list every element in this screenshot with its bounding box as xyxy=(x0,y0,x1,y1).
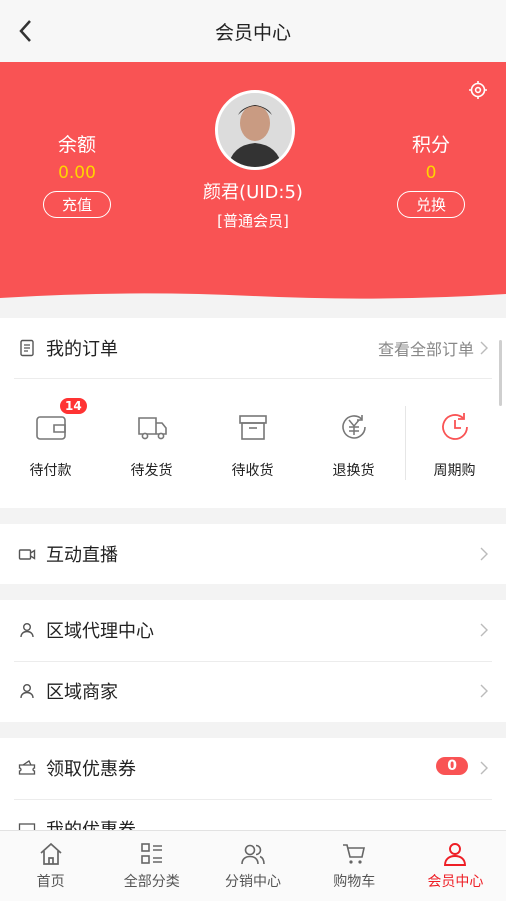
video-camera-icon xyxy=(18,549,36,560)
live-row[interactable]: 互动直播 xyxy=(0,524,506,584)
tab-cart[interactable]: 购物车 xyxy=(304,831,405,901)
region-agent-row[interactable]: 区域代理中心 xyxy=(0,600,506,660)
settings-gear-icon[interactable] xyxy=(468,80,488,100)
chevron-right-icon xyxy=(480,684,488,698)
my-coupon-row[interactable]: 我的优惠券 xyxy=(0,799,506,830)
balance-value: 0.00 xyxy=(58,163,96,183)
get-coupon-label: 领取优惠券 xyxy=(46,759,136,780)
points-value: 0 xyxy=(425,163,437,183)
users-icon xyxy=(241,844,265,865)
tab-categories[interactable]: 全部分类 xyxy=(101,831,202,901)
balance-label: 余额 xyxy=(57,134,96,156)
chevron-right-icon xyxy=(480,341,488,355)
profile-header: 余额 0.00 充值 颜君(UID:5) [普通会员] 积分 0 兑换 xyxy=(0,62,506,302)
live-label: 互动直播 xyxy=(46,545,118,566)
tab-label: 全部分类 xyxy=(123,874,180,890)
person-icon xyxy=(20,623,34,638)
box-icon xyxy=(238,415,267,440)
tab-label: 首页 xyxy=(36,874,65,890)
order-return[interactable]: 退换货 xyxy=(303,378,404,508)
order-pending-payment[interactable]: 14 待付款 xyxy=(0,378,101,508)
my-coupon-label: 我的优惠券 xyxy=(46,816,136,830)
coupon-icon xyxy=(18,823,36,830)
person-icon xyxy=(444,843,467,866)
my-orders-row[interactable]: 我的订单 查看全部订单 xyxy=(0,318,506,378)
order-status-label: 待付款 xyxy=(29,463,72,479)
order-periodic[interactable]: 周期购 xyxy=(404,378,505,508)
chevron-right-icon xyxy=(480,623,488,637)
order-status-label: 待收货 xyxy=(231,463,274,479)
person-icon xyxy=(20,684,34,699)
get-coupon-row[interactable]: 领取优惠券 0 xyxy=(0,738,506,798)
balance-block: 余额 0.00 充值 xyxy=(22,130,132,218)
member-level: [普通会员] xyxy=(217,212,289,230)
order-status-row: 14 待付款 待发货 待收货 退换货 周期购 xyxy=(0,378,506,508)
cart-icon xyxy=(343,844,366,864)
chevron-right-icon xyxy=(480,547,488,561)
view-all-orders-link[interactable]: 查看全部订单 xyxy=(378,336,474,360)
tab-distribution[interactable]: 分销中心 xyxy=(202,831,303,901)
points-label: 积分 xyxy=(411,134,450,156)
chevron-right-icon xyxy=(480,761,488,775)
coupon-icon xyxy=(18,760,36,775)
live-card: 互动直播 xyxy=(0,524,506,584)
home-icon xyxy=(40,842,62,865)
scrollbar[interactable] xyxy=(499,340,502,406)
nav-bar: 会员中心 xyxy=(0,0,506,62)
redeem-button[interactable]: 兑换 xyxy=(396,191,465,218)
truck-icon xyxy=(137,417,167,440)
order-status-label: 待发货 xyxy=(130,463,173,479)
coupon-card: 领取优惠券 0 我的优惠券 xyxy=(0,738,506,830)
order-status-label: 退换货 xyxy=(332,463,375,479)
tab-label: 会员中心 xyxy=(427,874,484,890)
wallet-icon xyxy=(35,416,66,440)
region-merchant-row[interactable]: 区域商家 xyxy=(0,661,506,721)
my-orders-label: 我的订单 xyxy=(46,339,118,360)
user-photo-icon xyxy=(218,93,292,167)
tab-label: 购物车 xyxy=(333,874,376,890)
order-to-receive[interactable]: 待收货 xyxy=(202,378,303,508)
header-wave xyxy=(0,293,506,302)
tab-label: 分销中心 xyxy=(225,874,281,890)
order-list-icon xyxy=(20,339,34,357)
back-arrow-icon[interactable] xyxy=(14,16,40,46)
recharge-button[interactable]: 充值 xyxy=(42,191,111,218)
page-title: 会员中心 xyxy=(214,21,291,44)
tab-home[interactable]: 首页 xyxy=(0,831,101,901)
order-to-ship[interactable]: 待发货 xyxy=(101,378,202,508)
avatar[interactable] xyxy=(215,90,295,170)
divider xyxy=(405,406,406,480)
pending-payment-badge: 14 xyxy=(58,396,89,416)
bottom-tab-bar: 首页 全部分类 分销中心 购物车 会员中心 xyxy=(0,830,506,901)
refund-yen-icon xyxy=(341,415,366,439)
region-merchant-label: 区域商家 xyxy=(46,682,118,703)
tab-member-center[interactable]: 会员中心 xyxy=(405,831,506,901)
coupon-count-badge: 0 xyxy=(436,757,468,775)
user-name: 颜君(UID:5) xyxy=(203,182,303,203)
region-agent-label: 区域代理中心 xyxy=(46,621,154,642)
cycle-clock-icon xyxy=(441,413,468,440)
region-card: 区域代理中心 区域商家 xyxy=(0,600,506,722)
category-icon xyxy=(140,843,162,864)
order-status-label: 周期购 xyxy=(433,463,476,479)
points-block: 积分 0 兑换 xyxy=(376,130,486,218)
